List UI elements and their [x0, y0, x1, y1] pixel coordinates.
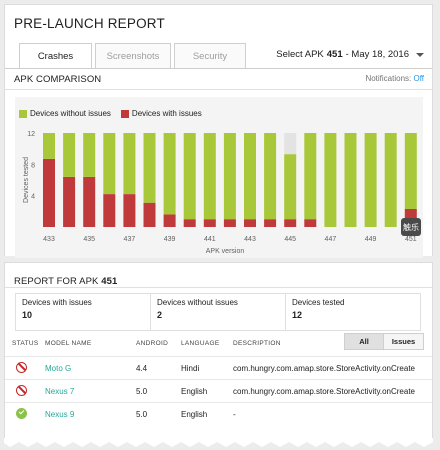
- table-row[interactable]: Nexus 7 5.0 English com.hungry.com.amap.…: [5, 379, 432, 402]
- stat-label: Devices tested: [292, 298, 345, 307]
- issue-status-icon: [16, 385, 27, 396]
- bar-segment-451-without-issues: [404, 133, 417, 209]
- x-tick-label: 445: [284, 236, 296, 243]
- bar-segment-438-with-issues: [143, 202, 156, 227]
- y-tick-label: 8: [31, 162, 35, 169]
- report-heading-apk: 451: [101, 276, 118, 287]
- bar-segment-441-without-issues: [203, 133, 216, 220]
- y-axis-label: Devices tested: [23, 157, 30, 203]
- bar-segment-439-without-issues: [163, 133, 176, 215]
- y-tick-label: 12: [27, 131, 35, 138]
- bar-segment-437-with-issues: [123, 194, 136, 227]
- bar-segment-436-without-issues: [103, 133, 116, 195]
- bar-segment-442-without-issues: [223, 133, 236, 220]
- filter-issues-button[interactable]: Issues: [384, 333, 424, 350]
- bar-segment-445-without-issues: [284, 154, 297, 220]
- bar-segment-443-with-issues: [244, 219, 256, 227]
- description: -: [233, 410, 236, 419]
- model-name-link[interactable]: Nexus 9: [45, 410, 74, 419]
- bar-segment-439-with-issues: [163, 214, 176, 227]
- android-version: 5.0: [136, 410, 148, 419]
- bar-segment-445-with-issues: [284, 219, 297, 227]
- x-tick-label: 441: [204, 236, 216, 243]
- bar-segment-448-without-issues: [344, 133, 357, 227]
- bar-segment-441-with-issues: [203, 219, 216, 227]
- android-version: 4.4: [136, 364, 148, 373]
- android-version: 5.0: [136, 387, 148, 396]
- table-row[interactable]: Moto G 4.4 Hindi com.hungry.com.amap.sto…: [5, 356, 432, 379]
- issue-status-icon: [16, 362, 27, 373]
- bar-segment-444-without-issues: [264, 133, 277, 220]
- stat-tested: Devices tested 12: [286, 294, 420, 330]
- stat-value: 2: [157, 310, 163, 320]
- bar-segment-433-with-issues: [43, 158, 55, 227]
- stat-label: Devices with issues: [22, 298, 92, 307]
- bar-segment-435-without-issues: [83, 133, 96, 177]
- filter-all-button[interactable]: All: [344, 333, 384, 350]
- column-header-android: ANDROID: [136, 340, 169, 347]
- apk-report-card: REPORT FOR APK 451 Devices with issues 1…: [4, 262, 433, 442]
- language: English: [181, 410, 208, 419]
- bar-segment-434-without-issues: [63, 133, 76, 177]
- bar-segment-440-without-issues: [183, 133, 196, 220]
- stat-without-issues: Devices without issues 2: [151, 294, 286, 330]
- bar-segment-433-without-issues: [43, 133, 55, 159]
- section-divider: [5, 287, 432, 288]
- x-tick-label: 435: [83, 236, 95, 243]
- bar-segment-449-without-issues: [364, 133, 377, 227]
- bar-segment-447-without-issues: [324, 133, 337, 227]
- language: English: [181, 387, 208, 396]
- bar-segment-442-with-issues: [223, 219, 236, 227]
- column-header-language: LANGUAGE: [181, 340, 220, 347]
- x-tick-label: 447: [325, 236, 337, 243]
- bar-segment-434-with-issues: [63, 176, 76, 227]
- pre-launch-report-card: PRE-LAUNCH REPORT Crashes Screenshots Se…: [4, 4, 433, 258]
- report-heading: REPORT FOR APK 451: [14, 276, 117, 287]
- table-row[interactable]: Nexus 9 5.0 English -: [5, 402, 432, 425]
- apk-comparison-chart: 4 8 12 Devices tested 433 435 437 439 441 443 445 4…: [23, 131, 417, 255]
- y-tick-label: 4: [31, 194, 35, 201]
- column-header-model: MODEL NAME: [45, 340, 92, 347]
- x-tick-label: 449: [365, 236, 377, 243]
- bar-segment-445-untested: [284, 133, 297, 155]
- issue-filter: All Issues: [344, 333, 424, 350]
- model-name-link[interactable]: Moto G: [45, 364, 71, 373]
- watermark-text: 触乐: [403, 222, 419, 232]
- bar-segment-446-with-issues: [304, 219, 317, 227]
- x-tick-label: 443: [244, 236, 256, 243]
- column-header-status: STATUS: [12, 340, 39, 347]
- stat-value: 12: [292, 310, 303, 320]
- watermark-logo: 触乐: [401, 218, 421, 236]
- bar-segment-450-without-issues: [384, 133, 397, 227]
- stat-value: 10: [22, 310, 33, 320]
- bar-segment-438-without-issues: [143, 133, 156, 203]
- x-tick-label: 451: [405, 236, 417, 243]
- description: com.hungry.com.amap.store.StoreActivity.…: [233, 387, 415, 396]
- report-heading-label: REPORT FOR APK: [14, 276, 99, 287]
- torn-edge: [4, 438, 433, 447]
- bar-segment-436-with-issues: [103, 194, 116, 227]
- bar-segment-435-with-issues: [83, 176, 96, 227]
- x-tick-label: 439: [164, 236, 176, 243]
- model-name-link[interactable]: Nexus 7: [45, 387, 74, 396]
- ok-status-icon: [16, 408, 27, 419]
- column-header-description: DESCRIPTION: [233, 340, 281, 347]
- stats-summary: Devices with issues 10 Devices without i…: [15, 293, 421, 331]
- x-axis-label: APK version: [206, 248, 245, 255]
- bar-segment-446-without-issues: [304, 133, 317, 220]
- x-tick-label: 433: [43, 236, 55, 243]
- language: Hindi: [181, 364, 200, 373]
- bar-segment-440-with-issues: [183, 219, 196, 227]
- bar-segment-437-without-issues: [123, 133, 136, 195]
- stat-label: Devices without issues: [157, 298, 238, 307]
- x-tick-label: 437: [124, 236, 136, 243]
- description: com.hungry.com.amap.store.StoreActivity.…: [233, 364, 415, 373]
- bar-segment-443-without-issues: [244, 133, 256, 220]
- bar-segment-444-with-issues: [264, 219, 277, 227]
- stat-with-issues: Devices with issues 10: [16, 294, 151, 330]
